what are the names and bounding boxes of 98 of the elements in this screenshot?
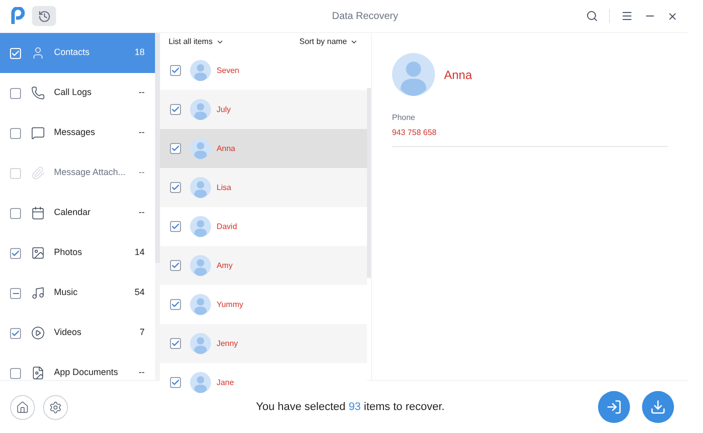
avatar-icon bbox=[190, 294, 211, 315]
contact-row[interactable]: July bbox=[160, 90, 367, 129]
category-item[interactable]: Contacts 18 bbox=[0, 33, 155, 73]
category-label: App Documents bbox=[54, 366, 118, 380]
category-label: Message Attach... bbox=[54, 166, 126, 180]
category-item[interactable]: Music 54 bbox=[0, 273, 155, 313]
category-item[interactable]: Call Logs -- bbox=[0, 73, 155, 113]
category-label: Calendar bbox=[54, 206, 91, 220]
category-label: Videos bbox=[54, 326, 82, 340]
search-icon[interactable] bbox=[586, 10, 598, 22]
contact-name: Lisa bbox=[216, 182, 232, 194]
checkbox[interactable] bbox=[10, 88, 21, 98]
category-count: -- bbox=[138, 166, 145, 180]
category-item[interactable]: Videos 7 bbox=[0, 313, 155, 353]
category-count: 7 bbox=[140, 326, 145, 340]
checkbox[interactable] bbox=[170, 104, 181, 115]
checkbox[interactable] bbox=[10, 368, 21, 378]
avatar-icon bbox=[392, 53, 435, 96]
avatar-icon bbox=[190, 216, 211, 237]
checkbox[interactable] bbox=[170, 143, 181, 154]
sort-dropdown[interactable]: Sort by name bbox=[299, 36, 358, 48]
chevron-down-icon bbox=[216, 38, 224, 46]
category-item[interactable]: Messages -- bbox=[0, 113, 155, 153]
close-icon[interactable] bbox=[667, 10, 678, 22]
category-label: Call Logs bbox=[54, 86, 92, 100]
menu-icon[interactable] bbox=[621, 10, 633, 22]
checkbox[interactable] bbox=[170, 338, 181, 349]
checkbox[interactable] bbox=[10, 288, 21, 298]
category-count: -- bbox=[138, 206, 145, 220]
phone-icon bbox=[31, 86, 45, 100]
download-button[interactable] bbox=[642, 391, 674, 423]
phone-number: 943 758 658 bbox=[392, 127, 436, 139]
contact-row[interactable]: Lisa bbox=[160, 168, 367, 207]
checkbox[interactable] bbox=[170, 377, 181, 388]
category-count: 54 bbox=[134, 286, 145, 300]
app-logo-icon bbox=[10, 7, 26, 25]
music-note-icon bbox=[31, 286, 45, 300]
category-count: -- bbox=[138, 126, 145, 140]
contact-name: Seven bbox=[216, 64, 240, 76]
checkbox[interactable] bbox=[170, 221, 181, 232]
category-label: Photos bbox=[54, 246, 82, 260]
contact-name: Anna bbox=[216, 142, 236, 154]
download-icon bbox=[650, 399, 666, 415]
avatar-icon bbox=[190, 333, 211, 354]
category-count: 18 bbox=[134, 46, 145, 60]
history-icon bbox=[38, 10, 50, 22]
category-item[interactable]: Photos 14 bbox=[0, 233, 155, 273]
category-count: -- bbox=[138, 86, 145, 100]
contact-name: July bbox=[216, 104, 231, 116]
checkbox[interactable] bbox=[10, 208, 21, 218]
avatar-icon bbox=[190, 60, 211, 81]
contact-name: Jane bbox=[216, 376, 234, 388]
contact-name: Yummy bbox=[216, 298, 244, 310]
category-count: -- bbox=[138, 366, 145, 380]
enter-icon bbox=[606, 399, 622, 415]
home-icon bbox=[16, 400, 29, 414]
settings-button[interactable] bbox=[43, 394, 68, 420]
contact-row[interactable]: Amy bbox=[160, 246, 367, 285]
contact-row[interactable]: Anna bbox=[160, 129, 367, 168]
window-title: Data Recovery bbox=[332, 10, 398, 24]
category-label: Messages bbox=[54, 126, 96, 140]
contact-title: Anna bbox=[444, 66, 472, 84]
filter-dropdown[interactable]: List all items bbox=[168, 36, 224, 48]
play-icon bbox=[31, 326, 45, 340]
export-button[interactable] bbox=[598, 391, 630, 423]
document-icon bbox=[31, 366, 45, 380]
checkbox[interactable] bbox=[10, 248, 21, 258]
paperclip-icon bbox=[31, 166, 45, 180]
checkbox[interactable] bbox=[170, 299, 181, 310]
message-icon bbox=[31, 126, 45, 140]
avatar-icon bbox=[190, 99, 211, 120]
selection-summary: You have selected 93 items to recover. bbox=[256, 400, 445, 415]
checkbox[interactable] bbox=[170, 260, 181, 271]
checkbox[interactable] bbox=[170, 182, 181, 193]
avatar-icon bbox=[190, 138, 211, 159]
avatar-icon bbox=[190, 177, 211, 198]
category-item[interactable]: Calendar -- bbox=[0, 193, 155, 233]
history-button[interactable] bbox=[32, 6, 56, 26]
contact-row[interactable]: Jenny bbox=[160, 324, 367, 363]
home-button[interactable] bbox=[10, 394, 35, 420]
category-label: Contacts bbox=[54, 46, 90, 60]
field-label: Phone bbox=[392, 112, 416, 124]
avatar-icon bbox=[190, 255, 211, 276]
category-count: 14 bbox=[134, 246, 145, 260]
checkbox[interactable] bbox=[170, 65, 181, 76]
person-icon bbox=[31, 46, 45, 60]
avatar-icon bbox=[190, 372, 211, 393]
contact-name: David bbox=[216, 220, 238, 232]
calendar-icon bbox=[31, 206, 45, 220]
image-icon bbox=[31, 246, 45, 260]
settings-icon bbox=[49, 400, 62, 414]
category-label: Music bbox=[54, 286, 78, 300]
chevron-down-icon bbox=[350, 38, 358, 46]
category-item[interactable]: App Documents -- bbox=[0, 353, 155, 393]
contact-name: Amy bbox=[216, 260, 233, 272]
checkbox[interactable] bbox=[10, 328, 21, 338]
contact-name: Jenny bbox=[216, 338, 238, 350]
checkbox[interactable] bbox=[10, 128, 21, 138]
